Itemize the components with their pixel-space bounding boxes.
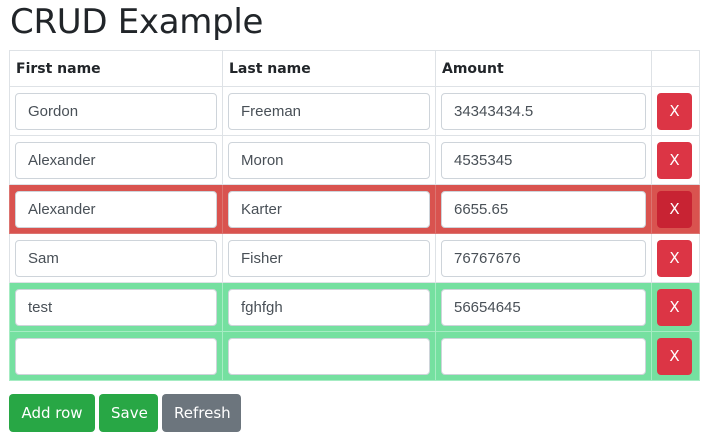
amount-cell [435,135,652,185]
column-header-amount: Amount [435,50,652,87]
save-button[interactable]: Save [99,394,158,432]
first-name-input[interactable] [15,288,217,326]
table-actions: Add row Save Refresh [9,394,241,432]
delete-row-button[interactable]: X [657,92,692,130]
delete-cell: X [651,184,700,234]
crud-table: First name Last name Amount XXXXXX [9,50,700,381]
column-header-last-name: Last name [222,50,436,87]
amount-input[interactable] [441,190,646,228]
first-name-input[interactable] [15,141,217,179]
column-header-first-name: First name [9,50,223,87]
last-name-cell [222,135,436,185]
table-body: XXXXXX [9,86,700,381]
amount-input[interactable] [441,141,646,179]
amount-cell [435,331,652,381]
table-row: X [9,86,700,136]
amount-input[interactable] [441,337,646,375]
refresh-button[interactable]: Refresh [162,394,241,432]
amount-input[interactable] [441,92,646,130]
amount-cell [435,233,652,283]
delete-cell: X [651,282,700,332]
last-name-input[interactable] [228,190,430,228]
table-row: X [9,184,700,234]
last-name-cell [222,86,436,136]
last-name-input[interactable] [228,141,430,179]
first-name-cell [9,184,223,234]
add-row-button[interactable]: Add row [9,394,95,432]
amount-cell [435,184,652,234]
delete-cell: X [651,86,700,136]
page-title: CRUD Example [10,2,264,42]
last-name-input[interactable] [228,337,430,375]
first-name-cell [9,331,223,381]
first-name-input[interactable] [15,190,217,228]
last-name-cell [222,282,436,332]
first-name-cell [9,233,223,283]
first-name-input[interactable] [15,337,217,375]
delete-cell: X [651,135,700,185]
column-header-actions [651,50,700,87]
first-name-input[interactable] [15,92,217,130]
last-name-cell [222,184,436,234]
table-row: X [9,233,700,283]
last-name-cell [222,233,436,283]
delete-cell: X [651,233,700,283]
amount-input[interactable] [441,239,646,277]
amount-cell [435,282,652,332]
delete-row-button[interactable]: X [657,337,692,375]
delete-row-button[interactable]: X [657,239,692,277]
table-row: X [9,282,700,332]
first-name-input[interactable] [15,239,217,277]
first-name-cell [9,86,223,136]
amount-cell [435,86,652,136]
table-row: X [9,135,700,185]
amount-input[interactable] [441,288,646,326]
table-header-row: First name Last name Amount [9,50,700,87]
last-name-input[interactable] [228,239,430,277]
delete-row-button[interactable]: X [657,288,692,326]
first-name-cell [9,282,223,332]
table-row: X [9,331,700,381]
last-name-input[interactable] [228,92,430,130]
last-name-input[interactable] [228,288,430,326]
delete-cell: X [651,331,700,381]
first-name-cell [9,135,223,185]
last-name-cell [222,331,436,381]
delete-row-button[interactable]: X [657,141,692,179]
delete-row-button[interactable]: X [657,190,692,228]
